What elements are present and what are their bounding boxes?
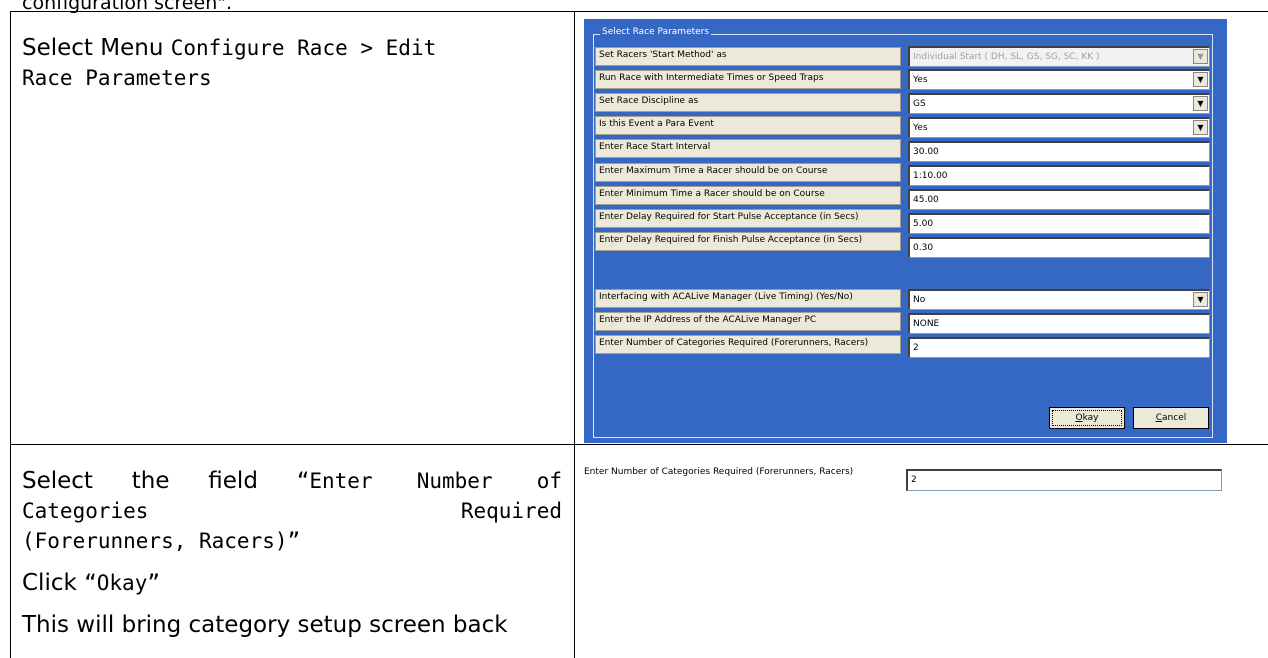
field-label-intermediate-times: Run Race with Intermediate Times or Spee… bbox=[595, 70, 901, 89]
result-text: This will bring category setup screen ba… bbox=[22, 612, 508, 638]
live-timing-value: No bbox=[913, 295, 926, 305]
max-time-input[interactable]: 1:10.00 bbox=[908, 165, 1210, 186]
cancel-rest: ancel bbox=[1162, 413, 1187, 423]
group-title: Select Race Parameters bbox=[600, 27, 712, 37]
chevron-down-icon[interactable]: ▼ bbox=[1193, 72, 1208, 87]
table-left-border bbox=[10, 11, 11, 658]
chevron-down-icon[interactable]: ▼ bbox=[1193, 96, 1208, 111]
field-name-line2b: Required bbox=[460, 499, 562, 523]
field-label-discipline: Set Race Discipline as bbox=[595, 93, 901, 112]
start-interval-input[interactable]: 30.00 bbox=[908, 141, 1210, 162]
start-pulse-delay-input[interactable]: 5.00 bbox=[908, 213, 1210, 234]
field-label-start-pulse-delay: Enter Delay Required for Start Pulse Acc… bbox=[595, 209, 901, 228]
click-target: “Okay” bbox=[84, 571, 160, 595]
finish-pulse-delay-input[interactable]: 0.30 bbox=[908, 237, 1210, 258]
intermediate-times-dropdown[interactable]: Yes ▼ bbox=[908, 69, 1210, 90]
start-method-value: Individual Start ( DH, SL, GS, SG, SC, K… bbox=[913, 52, 1100, 62]
table-column-divider bbox=[574, 11, 575, 658]
menu-path-line1: Configure Race > Edit bbox=[170, 36, 437, 60]
okay-button[interactable]: Okay bbox=[1049, 407, 1125, 429]
table-top-border bbox=[10, 11, 1268, 12]
field-label-start-method: Set Racers 'Start Method' as bbox=[595, 47, 901, 66]
row1-instruction: Select Menu Configure Race > Edit Race P… bbox=[22, 33, 562, 93]
min-time-input[interactable]: 45.00 bbox=[908, 189, 1210, 210]
table-row-divider bbox=[10, 444, 1268, 445]
live-timing-dropdown[interactable]: No ▼ bbox=[908, 289, 1210, 310]
click-prefix: Click bbox=[22, 570, 85, 596]
field-label-live-timing: Interfacing with ACALive Manager (Live T… bbox=[595, 289, 901, 308]
row2-instructions: Select the field “Enter Number of Catego… bbox=[22, 466, 562, 640]
zoomed-num-categories-input[interactable]: 2 bbox=[906, 469, 1222, 491]
discipline-dropdown[interactable]: GS ▼ bbox=[908, 93, 1210, 114]
discipline-value: GS bbox=[913, 99, 926, 109]
instruction-prefix: Select Menu bbox=[22, 35, 171, 61]
cancel-button[interactable]: Cancel bbox=[1133, 407, 1209, 429]
field-label-min-time: Enter Minimum Time a Racer should be on … bbox=[595, 186, 901, 205]
okay-hotkey: O bbox=[1075, 413, 1083, 423]
zoomed-field-label: Enter Number of Categories Required (For… bbox=[584, 467, 854, 477]
field-name-line3: (Forerunners, Racers)” bbox=[22, 529, 301, 553]
num-categories-input[interactable]: 2 bbox=[908, 337, 1210, 358]
field-label-num-categories: Enter Number of Categories Required (For… bbox=[595, 335, 901, 354]
race-parameters-dialog: Select Race Parameters Set Racers 'Start… bbox=[584, 19, 1227, 443]
okay-rest: kay bbox=[1082, 413, 1099, 423]
chevron-down-icon[interactable]: ▼ bbox=[1193, 292, 1208, 307]
field-label-para-event: Is this Event a Para Event bbox=[595, 116, 901, 135]
start-method-dropdown: Individual Start ( DH, SL, GS, SG, SC, K… bbox=[908, 46, 1210, 67]
select-prefix: Select the field bbox=[22, 468, 297, 494]
para-event-dropdown[interactable]: Yes ▼ bbox=[908, 117, 1210, 138]
chevron-down-icon: ▼ bbox=[1193, 49, 1208, 64]
field-label-start-interval: Enter Race Start Interval bbox=[595, 139, 901, 158]
field-label-max-time: Enter Maximum Time a Racer should be on … bbox=[595, 163, 901, 182]
field-name-line2a: Categories bbox=[22, 499, 149, 523]
field-label-finish-pulse-delay: Enter Delay Required for Finish Pulse Ac… bbox=[595, 232, 901, 251]
field-name-line1: “Enter Number of bbox=[296, 469, 562, 493]
field-label-ip-address: Enter the IP Address of the ACALive Mana… bbox=[595, 312, 901, 331]
ip-address-input[interactable]: NONE bbox=[908, 313, 1210, 334]
intermediate-times-value: Yes bbox=[913, 75, 928, 85]
menu-path-line2: Race Parameters bbox=[22, 66, 212, 90]
para-event-value: Yes bbox=[913, 123, 928, 133]
chevron-down-icon[interactable]: ▼ bbox=[1193, 120, 1208, 135]
